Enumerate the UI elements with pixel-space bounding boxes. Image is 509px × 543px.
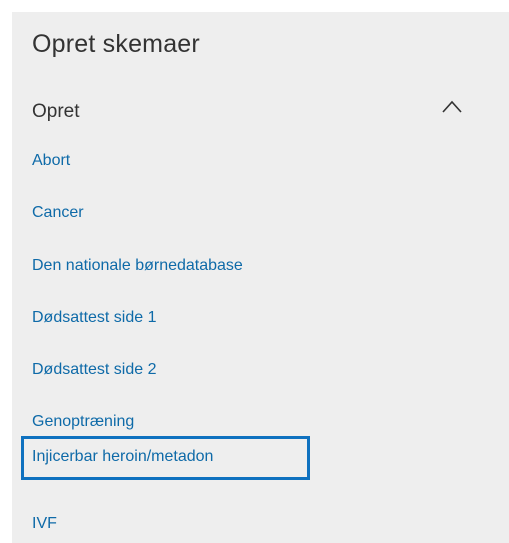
- list-item-abort[interactable]: Abort: [32, 152, 70, 170]
- list-item-doedsattest-side-2[interactable]: Dødsattest side 2: [32, 361, 157, 379]
- list-item-injicerbar-heroin-metadon[interactable]: Injicerbar heroin/metadon: [21, 436, 310, 480]
- section-header-opret[interactable]: Opret: [12, 94, 509, 130]
- panel-title: Opret skemaer: [32, 30, 200, 58]
- section-title: Opret: [32, 101, 80, 122]
- list-item-den-nationale-boernedatabase[interactable]: Den nationale børnedatabase: [32, 257, 243, 275]
- list-item-doedsattest-side-1[interactable]: Dødsattest side 1: [32, 309, 157, 327]
- forms-panel: Opret skemaer Opret Abort Cancer Den nat…: [12, 12, 509, 543]
- list-item-genoptraening[interactable]: Genoptræning: [32, 413, 134, 431]
- list-item-cancer[interactable]: Cancer: [32, 204, 84, 222]
- chevron-up-icon[interactable]: [442, 100, 462, 114]
- list-item-ivf[interactable]: IVF: [32, 515, 57, 533]
